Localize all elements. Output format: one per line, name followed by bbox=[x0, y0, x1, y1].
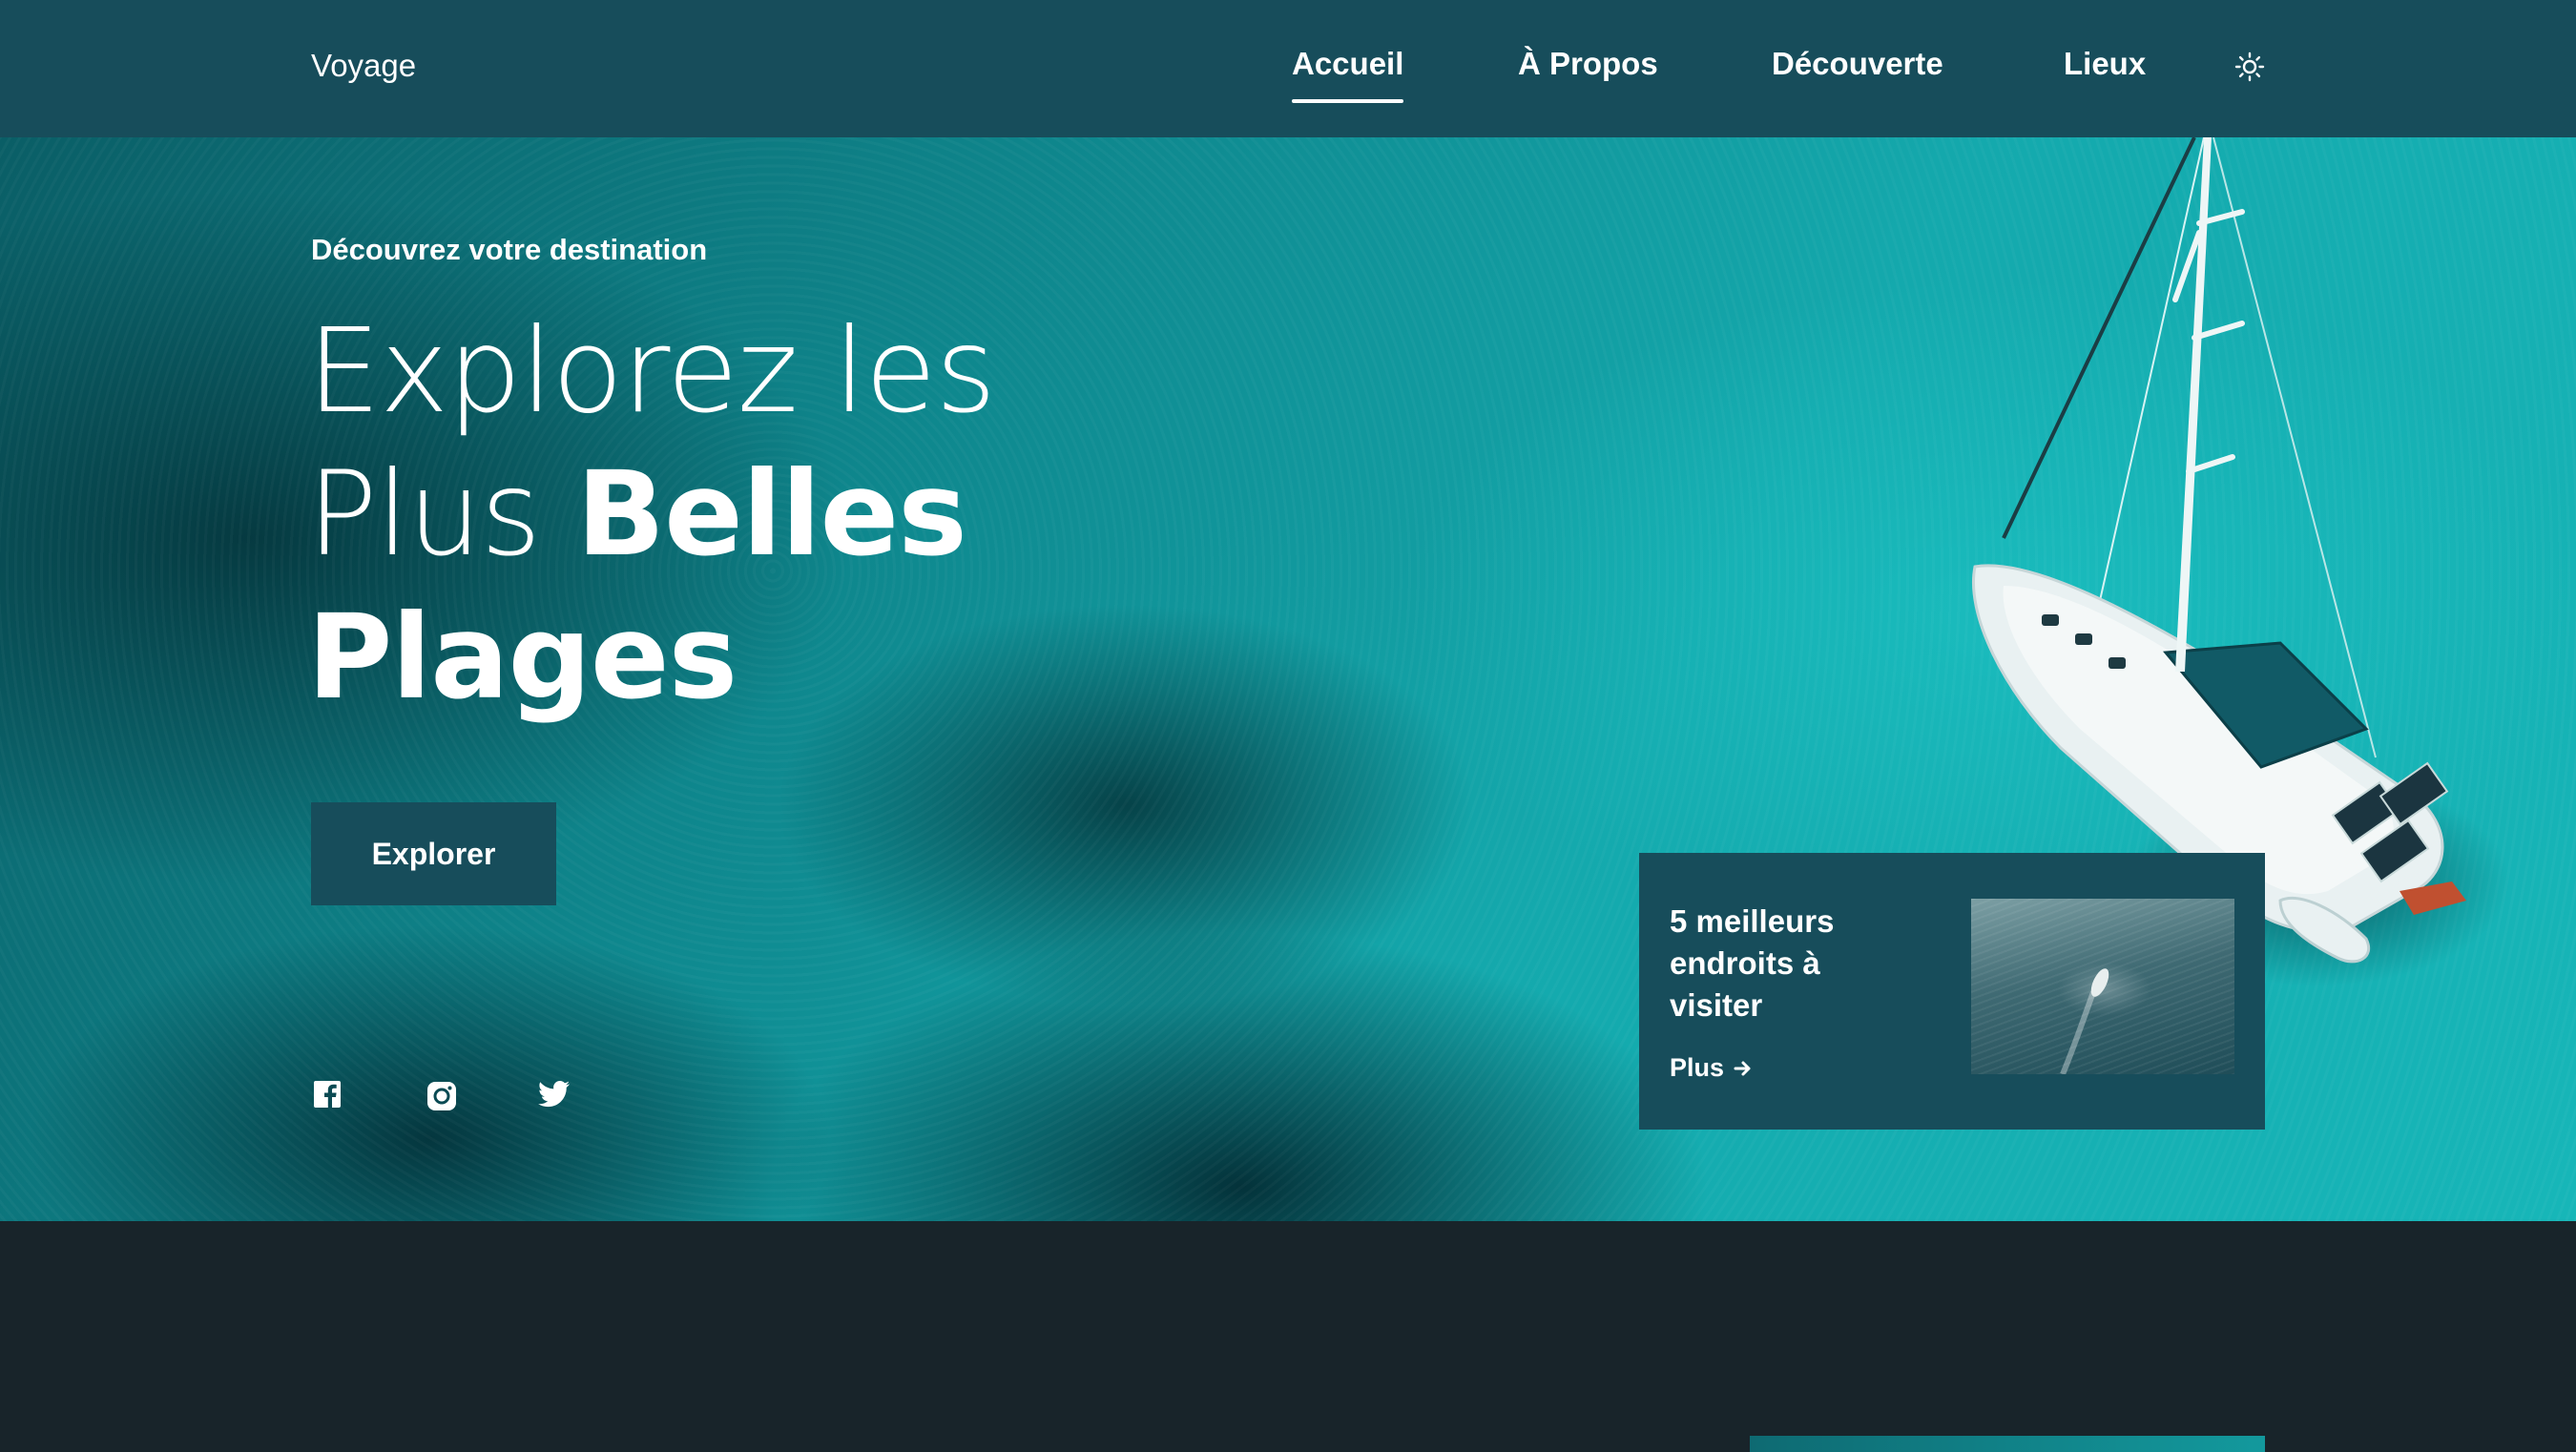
nav-item-accueil[interactable]: Accueil bbox=[1292, 46, 1404, 103]
explore-button[interactable]: Explorer bbox=[311, 802, 556, 905]
logo[interactable]: Voyage bbox=[311, 48, 416, 84]
hero-subtitle: Découvrez votre destination bbox=[311, 233, 708, 266]
nav-item-a-propos[interactable]: À Propos bbox=[1518, 46, 1658, 82]
nav-item-decouverte[interactable]: Découverte bbox=[1772, 46, 1943, 82]
next-section bbox=[0, 1221, 2576, 1452]
featured-card[interactable]: 5 meilleurs endroits à visiter Plus bbox=[1639, 853, 2265, 1130]
card-title: 5 meilleurs endroits à visiter bbox=[1670, 903, 1835, 1023]
hero-title-line-3: Plages bbox=[307, 590, 737, 725]
instagram-icon[interactable] bbox=[426, 1080, 458, 1112]
hero-section: Découvrez votre destination Explorez les… bbox=[0, 137, 2576, 1221]
site-header: Voyage Accueil À Propos Découverte Lieux bbox=[0, 0, 2576, 137]
card-more-link[interactable]: Plus bbox=[1670, 1053, 1753, 1083]
hero-title-line-1: Explorez les bbox=[307, 303, 996, 439]
hero-title: Explorez les Plus Belles Plages bbox=[307, 300, 996, 729]
card-more-label: Plus bbox=[1670, 1053, 1725, 1082]
sun-icon[interactable] bbox=[2234, 52, 2265, 82]
section-image-preview bbox=[1750, 1436, 2265, 1452]
facebook-icon[interactable] bbox=[313, 1080, 345, 1112]
twitter-icon[interactable] bbox=[538, 1080, 571, 1112]
card-image bbox=[1971, 899, 2234, 1074]
hero-title-line-2-bold: Belles bbox=[576, 446, 967, 582]
hero-title-line-2-light: Plus bbox=[307, 446, 577, 582]
arrow-right-icon bbox=[1734, 1061, 1751, 1075]
nav-item-lieux[interactable]: Lieux bbox=[2064, 46, 2146, 82]
